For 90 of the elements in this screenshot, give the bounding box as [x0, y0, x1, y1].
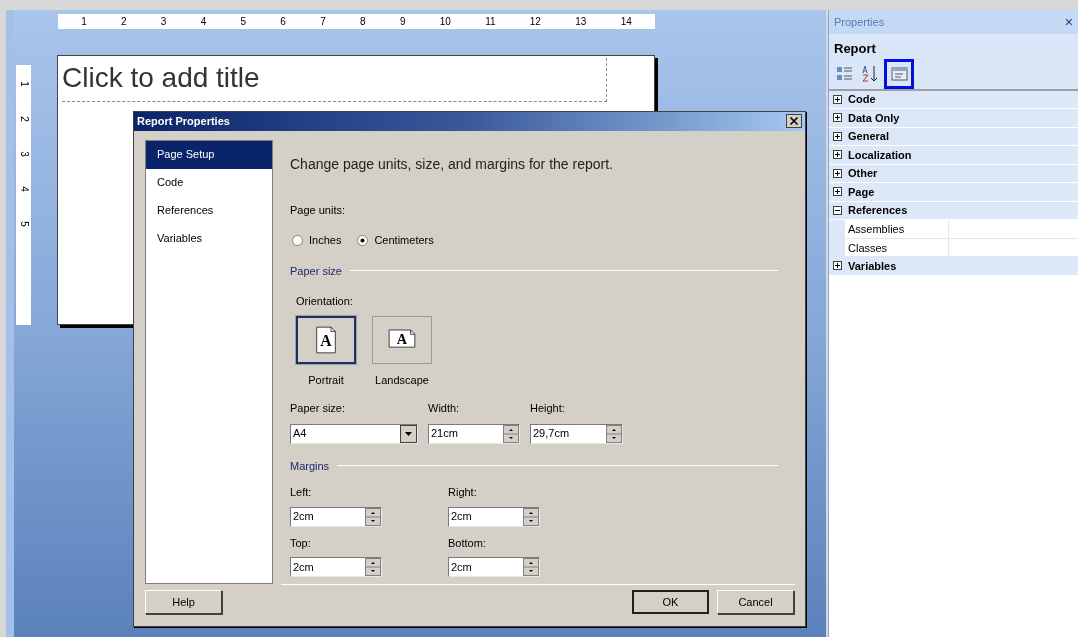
spin-field[interactable]: 21cm	[428, 423, 520, 444]
spin-value: 2cm	[450, 559, 473, 575]
property-group[interactable]: Data Only	[829, 109, 1078, 128]
dropdown-value: A4	[292, 426, 308, 442]
ruler-number: 2	[121, 15, 127, 29]
property-group[interactable]: Localization	[829, 146, 1078, 165]
alphabetical-icon	[860, 64, 880, 83]
spinner-arrows-icon[interactable]	[606, 424, 622, 443]
ruler-number: 5	[240, 15, 247, 29]
spinner-arrows-icon[interactable]	[365, 507, 381, 526]
spin-value: 29,7cm	[532, 426, 571, 442]
spinner-arrows-icon[interactable]	[503, 424, 519, 443]
title-placeholder[interactable]: Click to add title	[62, 58, 607, 102]
ruler-number: 3	[18, 151, 29, 157]
unit-radio[interactable]: Centimeters	[357, 232, 434, 249]
property-name[interactable]: Assemblies	[845, 220, 949, 238]
unit-radio[interactable]: Inches	[292, 232, 342, 249]
spinner-arrows-icon[interactable]	[523, 558, 539, 577]
ruler-number: 4	[200, 15, 207, 29]
collapse-icon[interactable]	[833, 205, 842, 215]
ruler-number: 8	[360, 15, 366, 29]
ruler-number: 4	[18, 186, 29, 192]
property-group[interactable]: Code	[829, 90, 1078, 109]
ruler-number: 11	[485, 15, 496, 29]
landscape-orientation-button[interactable]: A	[372, 315, 432, 364]
property-group[interactable]: Page	[829, 183, 1078, 202]
orientation-label: Portrait	[308, 372, 344, 388]
spin-value: 2cm	[292, 559, 315, 575]
ruler-number: 2	[18, 116, 29, 122]
object-name: Report	[833, 40, 877, 58]
spin-field[interactable]: 2cm	[448, 557, 540, 578]
nav-item[interactable]: Variables	[146, 224, 272, 253]
ruler-number: 7	[320, 15, 326, 29]
spin-field[interactable]: 2cm	[290, 506, 382, 527]
nav-item[interactable]: References	[146, 196, 272, 225]
property-pages-view-button[interactable]	[884, 58, 914, 89]
ruler-number: 12	[529, 15, 541, 29]
section-label: Paper size	[290, 263, 342, 279]
spinner-arrows-icon[interactable]	[523, 507, 539, 526]
spin-field[interactable]: 2cm	[448, 506, 540, 527]
field-label: Left:	[290, 485, 313, 501]
ruler-number: 6	[280, 15, 286, 29]
expand-icon[interactable]	[833, 131, 842, 141]
expand-icon[interactable]	[833, 261, 842, 271]
expand-icon[interactable]	[833, 168, 842, 178]
spinner-arrows-icon[interactable]	[365, 558, 381, 577]
ruler-number: 14	[620, 15, 632, 29]
expand-icon[interactable]	[833, 113, 842, 123]
ruler-number: 1	[81, 15, 87, 29]
ruler-number: 10	[439, 15, 451, 29]
section-label: Margins	[290, 458, 330, 474]
field-label: Width:	[428, 401, 461, 417]
spin-field[interactable]: 29,7cm	[530, 423, 623, 444]
ruler-number: 5	[18, 221, 29, 227]
panel-title: Properties	[834, 14, 885, 30]
radio-icon[interactable]	[357, 234, 369, 246]
nav-item[interactable]: Page Setup	[146, 140, 272, 169]
property-pages-icon	[889, 64, 909, 83]
expand-icon[interactable]	[833, 150, 842, 160]
ruler-number: 13	[575, 15, 587, 29]
dialog-title: Report Properties	[137, 114, 230, 130]
nav-item[interactable]: Code	[146, 168, 272, 197]
help-button[interactable]: Help	[145, 590, 222, 615]
paper-size-dropdown[interactable]: A4	[290, 423, 418, 444]
radio-icon[interactable]	[292, 234, 303, 246]
expand-icon[interactable]	[833, 187, 842, 197]
ruler-number: 9	[399, 15, 406, 29]
ok-button[interactable]: OK	[632, 590, 709, 615]
field-label: Top:	[290, 535, 312, 551]
spin-value: 21cm	[430, 426, 459, 442]
field-label: Right:	[448, 485, 478, 501]
spin-field[interactable]: 2cm	[290, 557, 382, 578]
field-label: Height:	[530, 401, 566, 417]
dialog-heading: Change page units, size, and margins for the report.	[290, 154, 614, 174]
close-icon[interactable]	[786, 114, 802, 129]
field-label: Bottom:	[448, 535, 487, 551]
field-label: Paper size:	[290, 401, 347, 417]
portrait-orientation-button[interactable]: A	[296, 315, 356, 364]
orientation-label: Landscape	[375, 372, 429, 388]
orientation-label: Orientation:	[296, 294, 354, 310]
spin-value: 2cm	[450, 509, 473, 525]
expand-icon[interactable]	[833, 94, 842, 104]
ruler-number: 3	[160, 15, 167, 29]
close-button[interactable]: ×	[1064, 15, 1073, 29]
property-group[interactable]: Variables	[829, 257, 1078, 276]
cancel-button[interactable]: Cancel	[717, 590, 794, 615]
categorized-icon	[834, 64, 854, 83]
spin-value: 2cm	[292, 509, 315, 525]
ruler-number: 1	[18, 81, 29, 87]
page-units-label: Page units:	[290, 202, 347, 218]
